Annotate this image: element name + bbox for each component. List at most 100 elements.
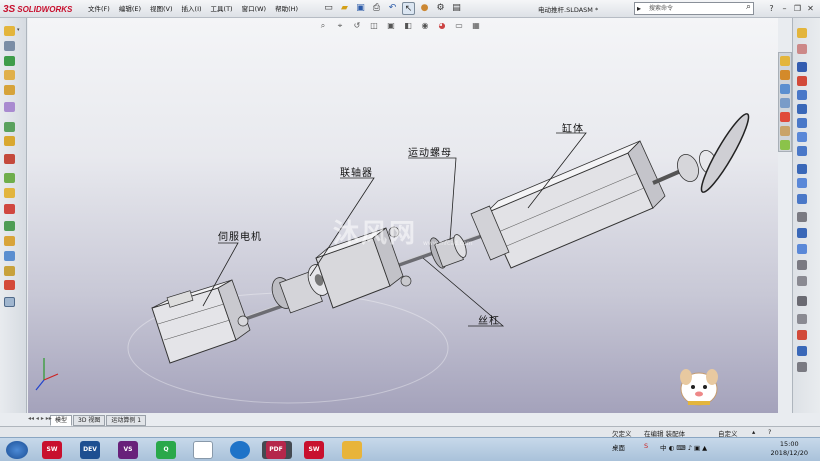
convert-entities-icon[interactable] <box>797 228 807 238</box>
line-icon[interactable] <box>797 62 807 72</box>
print-icon[interactable]: ⎙ <box>370 2 383 15</box>
instant3d-icon[interactable] <box>4 297 15 307</box>
taskbar-app-pdf-editor[interactable]: PDF <box>266 441 286 459</box>
search-icon[interactable]: ⌕ <box>746 2 751 13</box>
solidworks-logo[interactable]: 3S SOLIDWORKS <box>3 2 77 16</box>
rapid-sketch-icon[interactable] <box>797 362 807 372</box>
explode-line-sketch-icon[interactable] <box>4 236 15 246</box>
menu-window[interactable]: 窗口(W) <box>242 3 267 15</box>
status-help-icon[interactable]: ? <box>768 428 771 436</box>
trim-entities-icon[interactable] <box>797 212 807 222</box>
previous-view-icon[interactable]: ↺ <box>350 20 364 32</box>
tab-3d-view[interactable]: 3D 视图 <box>73 415 106 426</box>
taskbar-app-qq[interactable]: Q <box>156 441 176 459</box>
insert-components-icon[interactable] <box>4 41 15 51</box>
circle-icon[interactable] <box>797 104 807 114</box>
ellipse-icon[interactable] <box>797 146 807 156</box>
status-units-arrow-icon[interactable]: ▴ <box>752 428 755 436</box>
tab-motion-study[interactable]: 运动算例 1 <box>106 415 147 426</box>
fillet-icon[interactable] <box>797 164 807 174</box>
display-relations-icon[interactable] <box>797 314 807 324</box>
menu-file[interactable]: 文件(F) <box>88 3 110 15</box>
minimize-icon[interactable]: – <box>779 2 790 15</box>
move-component-icon[interactable] <box>4 122 15 132</box>
zoom-to-fit-icon[interactable]: ⌕ <box>316 20 330 32</box>
menu-help[interactable]: 帮助(H) <box>275 3 298 15</box>
restore-icon[interactable]: ❐ <box>792 2 803 15</box>
options-icon[interactable]: ⚙ <box>434 2 447 15</box>
tab-model[interactable]: 模型 <box>50 415 73 426</box>
tray-desktop-label[interactable]: 桌面 <box>612 442 625 452</box>
close-icon[interactable]: ✕ <box>805 2 816 15</box>
tray-icons[interactable]: 中 ◐ ⌨ ♪ ▣ ▲ <box>660 442 707 452</box>
sogou-ime-icon[interactable]: S <box>644 442 648 450</box>
menu-insert[interactable]: 插入(I) <box>182 3 202 15</box>
point-icon[interactable] <box>797 178 807 188</box>
open-folder-icon[interactable]: ▰ <box>338 2 351 15</box>
appearance-icon[interactable]: ◕ <box>435 20 449 32</box>
reference-geometry-icon[interactable] <box>4 173 15 183</box>
component-preview-icon[interactable] <box>4 70 15 80</box>
menu-view[interactable]: 视图(V) <box>150 3 173 15</box>
servo-motor[interactable] <box>151 279 251 364</box>
rod-end[interactable] <box>652 110 754 196</box>
traffic-light-icon[interactable]: ● <box>418 2 431 15</box>
appearances-icon[interactable] <box>780 112 790 122</box>
view-palette-icon[interactable] <box>780 98 790 108</box>
new-document-icon[interactable]: ▭ <box>322 2 335 15</box>
offset-entities-icon[interactable] <box>797 244 807 254</box>
menu-tools[interactable]: 工具(T) <box>211 3 233 15</box>
mirror-entities-icon[interactable] <box>797 260 807 270</box>
tab-scroll-arrows[interactable]: ◂◂ ◂ ▸ ▸▸ <box>28 415 52 422</box>
search-commands-input[interactable]: ▸ 搜索命令 ⌕ <box>634 2 754 15</box>
taskbar-app-file-explorer[interactable] <box>342 441 362 459</box>
bill-of-materials-icon[interactable] <box>4 204 15 214</box>
select-arrow-icon[interactable]: ↖ <box>402 2 415 15</box>
menu-edit[interactable]: 编辑(E) <box>119 3 141 15</box>
undo-icon[interactable]: ↶ <box>386 2 399 15</box>
interference-detection-icon[interactable] <box>4 251 15 261</box>
taskbar-app-browser[interactable] <box>230 441 250 459</box>
scene-icon[interactable]: ▭ <box>452 20 466 32</box>
taskbar-app-visual-studio[interactable]: VS <box>118 441 138 459</box>
save-icon[interactable]: ▣ <box>354 2 367 15</box>
linear-sketch-pattern-icon[interactable] <box>797 276 807 286</box>
spline-icon[interactable] <box>797 132 807 142</box>
display-style-icon[interactable]: ◧ <box>401 20 415 32</box>
dropdown-arrow-icon[interactable]: ▾ <box>17 27 20 33</box>
slot-icon[interactable] <box>797 90 807 100</box>
quick-snaps-icon[interactable] <box>797 346 807 356</box>
solidworks-forum-icon[interactable] <box>780 140 790 150</box>
start-button-icon[interactable] <box>6 441 28 459</box>
moving-nut[interactable] <box>427 233 469 270</box>
hide-show-items-icon[interactable]: ◉ <box>418 20 432 32</box>
smart-fasteners-icon[interactable] <box>4 102 15 112</box>
hole-alignment-icon[interactable] <box>4 280 15 290</box>
mate-icon[interactable] <box>4 56 15 66</box>
taskbar-app-solidworks-2016[interactable]: SW <box>304 441 324 459</box>
system-clock[interactable]: 15:00 2018/12/20 <box>771 440 808 458</box>
clearance-verification-icon[interactable] <box>4 266 15 276</box>
graphics-area[interactable]: 沐风网 www.mfcad.com 伺服电机 联轴器 运动螺母 缸体 丝杠 <box>28 18 778 413</box>
home-icon[interactable] <box>780 56 790 66</box>
repair-sketch-icon[interactable] <box>797 330 807 340</box>
taskbar-app-dev[interactable]: DEV <box>80 441 100 459</box>
arc-icon[interactable] <box>797 118 807 128</box>
design-library-icon[interactable] <box>780 70 790 80</box>
sketch-icon[interactable] <box>797 28 807 38</box>
custom-properties-icon[interactable] <box>780 126 790 136</box>
taskbar-app-app-white[interactable] <box>193 441 213 459</box>
smart-dimension-icon[interactable] <box>797 44 807 54</box>
exploded-view-icon[interactable] <box>4 221 15 231</box>
show-hidden-icon[interactable] <box>4 136 15 146</box>
cylinder-body[interactable] <box>470 140 666 269</box>
file-explorer-icon[interactable] <box>780 84 790 94</box>
new-motion-study-icon[interactable] <box>4 188 15 198</box>
edit-component-icon[interactable] <box>4 26 15 36</box>
polygon-icon[interactable] <box>797 194 807 204</box>
assembly-features-icon[interactable] <box>4 154 15 164</box>
zoom-area-icon[interactable]: ⌖ <box>333 20 347 32</box>
file-properties-icon[interactable]: ▤ <box>450 2 463 15</box>
move-entities-icon[interactable] <box>797 296 807 306</box>
taskbar-app-solidworks-2015[interactable]: SW <box>42 441 62 459</box>
